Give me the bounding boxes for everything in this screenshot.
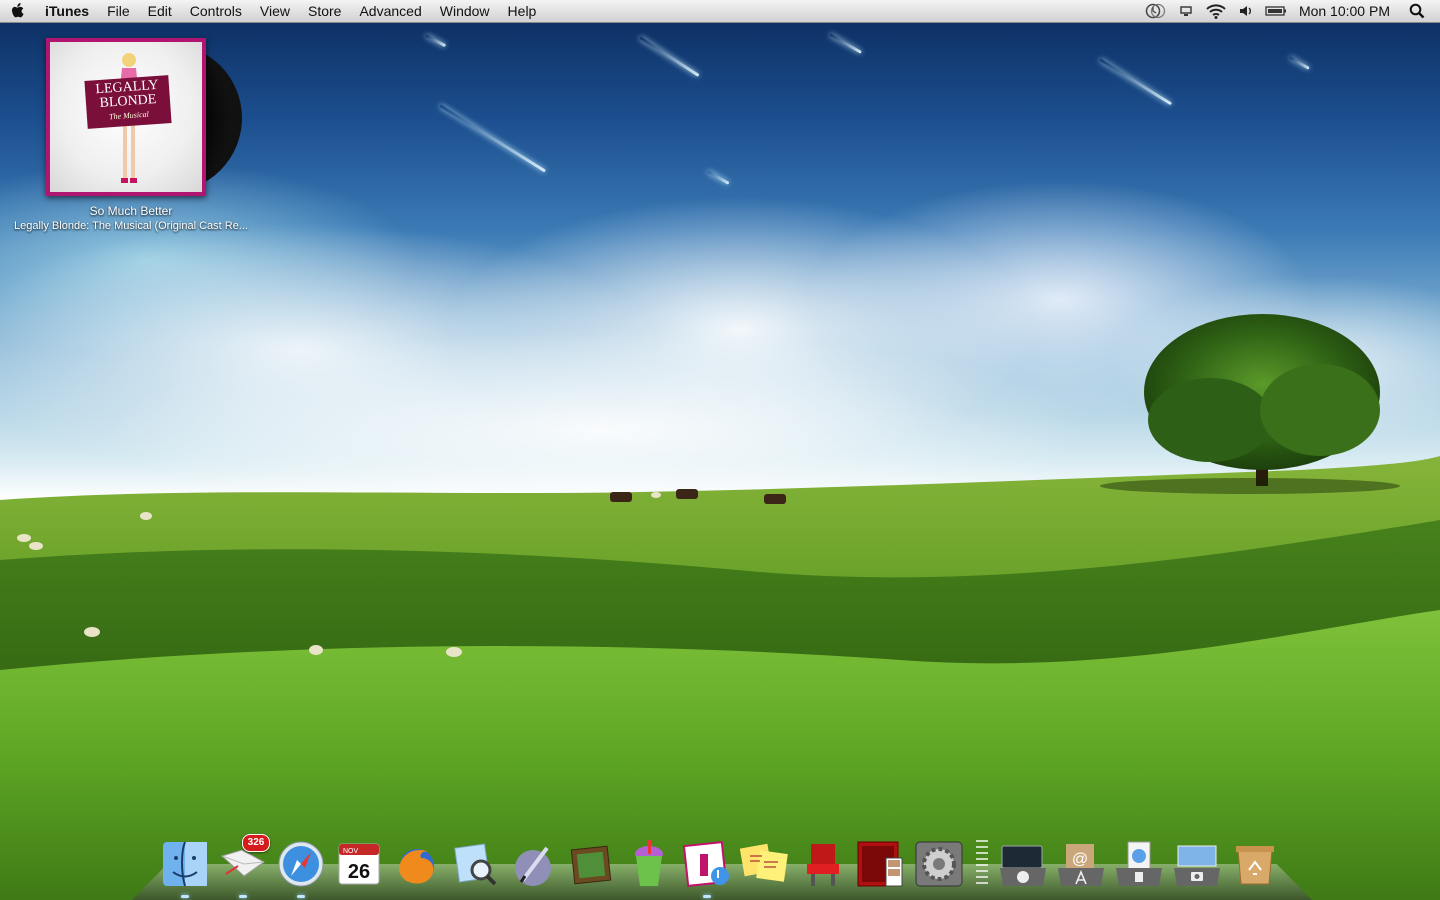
apple-icon[interactable] xyxy=(0,0,36,22)
dock-item-slurpee[interactable] xyxy=(624,836,674,888)
menu-edit[interactable]: Edit xyxy=(139,0,181,22)
dock-item-mail[interactable]: 326 xyxy=(218,834,270,898)
menu-file[interactable]: File xyxy=(98,0,139,22)
system-preferences-icon xyxy=(915,841,963,887)
dock-items: 326 NOV 26 @ xyxy=(160,828,1288,898)
trash-icon xyxy=(1236,846,1274,885)
dock-item-iphoto[interactable] xyxy=(566,836,616,888)
safari-icon xyxy=(278,841,324,887)
itunes-icon xyxy=(682,841,729,887)
calendar-icon: NOV 26 xyxy=(338,843,380,885)
dock-item-trash[interactable] xyxy=(1230,836,1280,888)
dock-item-preview[interactable] xyxy=(450,836,500,888)
applications-stack-icon xyxy=(1000,845,1046,886)
running-indicator xyxy=(297,895,305,898)
menu-help[interactable]: Help xyxy=(499,0,546,22)
menu-advanced[interactable]: Advanced xyxy=(350,0,430,22)
svg-text:@: @ xyxy=(1072,851,1088,868)
dock-item-finder[interactable] xyxy=(160,836,210,898)
script-editor-icon xyxy=(515,846,551,886)
photo-booth-icon xyxy=(857,841,903,887)
dock-item-script-editor[interactable] xyxy=(508,836,558,888)
dock-item-ical[interactable]: NOV 26 xyxy=(334,836,384,888)
menu-app-name[interactable]: iTunes xyxy=(36,0,98,22)
dock-stack-app-store[interactable]: @ xyxy=(1056,836,1106,888)
dock-item-stickies[interactable] xyxy=(740,836,790,888)
battery-icon[interactable] xyxy=(1261,0,1291,22)
volume-icon[interactable] xyxy=(1231,0,1261,22)
dock-item-firefox[interactable] xyxy=(392,836,442,888)
now-playing-widget[interactable]: LEGALLY BLONDE The Musical So Much Bette… xyxy=(0,36,262,236)
firefox-icon xyxy=(399,849,434,884)
slurpee-cup-icon xyxy=(635,840,663,886)
dock: 326 NOV 26 @ xyxy=(0,820,1440,900)
documents-stack-icon xyxy=(1116,841,1162,886)
running-indicator xyxy=(703,895,711,898)
running-indicator xyxy=(181,895,189,898)
mail-unread-badge: 326 xyxy=(242,834,270,852)
stickies-icon xyxy=(740,843,788,882)
dock-item-photo-booth[interactable] xyxy=(856,836,906,888)
menu-clock[interactable]: Mon 10:00 PM xyxy=(1291,3,1402,19)
calendar-day: 26 xyxy=(348,861,370,883)
menu-bar: iTunes File Edit Controls View Store Adv… xyxy=(0,0,1440,23)
time-machine-icon[interactable] xyxy=(1141,0,1171,22)
app-store-stack-icon: @ xyxy=(1058,844,1104,886)
dock-item-system-preferences[interactable] xyxy=(914,836,964,888)
dock-item-itunes[interactable] xyxy=(682,836,732,898)
dock-stack-applications[interactable] xyxy=(998,836,1048,888)
display-icon[interactable] xyxy=(1171,0,1201,22)
front-row-chair-icon xyxy=(807,844,839,886)
menu-window[interactable]: Window xyxy=(431,0,499,22)
dock-item-front-row[interactable] xyxy=(798,836,848,888)
dock-separator xyxy=(976,840,988,888)
finder-icon xyxy=(163,841,207,887)
wifi-icon[interactable] xyxy=(1201,0,1231,22)
pictures-stack-icon xyxy=(1174,845,1220,886)
dock-stack-pictures[interactable] xyxy=(1172,836,1222,888)
spotlight-search-icon[interactable] xyxy=(1402,0,1432,22)
running-indicator xyxy=(239,895,247,898)
dock-item-safari[interactable] xyxy=(276,836,326,898)
calendar-month: NOV xyxy=(343,848,359,855)
dock-stack-documents[interactable] xyxy=(1114,836,1164,888)
preview-icon xyxy=(454,843,497,886)
menu-view[interactable]: View xyxy=(251,0,299,22)
photo-frame-icon xyxy=(570,845,612,885)
album-art-title: LEGALLY BLONDE The Musical xyxy=(84,75,172,129)
album-artwork[interactable]: LEGALLY BLONDE The Musical xyxy=(46,38,206,196)
now-playing-song: So Much Better xyxy=(89,204,173,218)
now-playing-album: Legally Blonde: The Musical (Original Ca… xyxy=(14,220,248,232)
menu-controls[interactable]: Controls xyxy=(181,0,251,22)
menu-store[interactable]: Store xyxy=(299,0,350,22)
